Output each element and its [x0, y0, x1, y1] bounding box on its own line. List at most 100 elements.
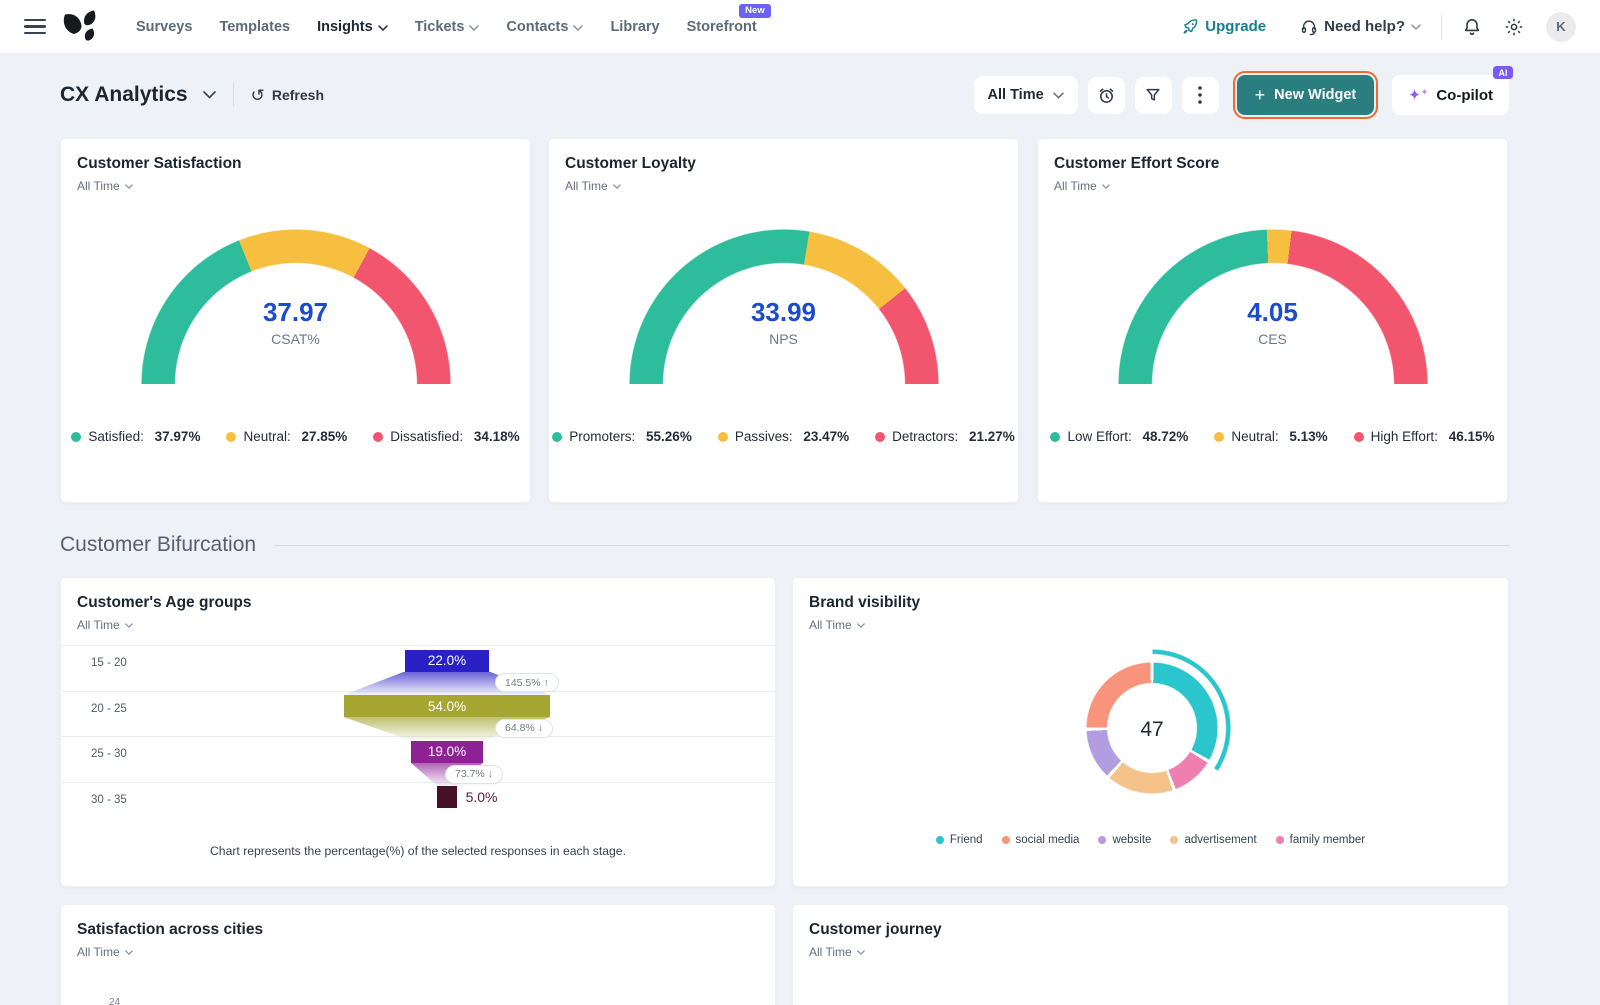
chevron-down-icon [573, 25, 583, 31]
card-time-filter[interactable]: All Time [809, 618, 865, 632]
upgrade-label: Upgrade [1205, 18, 1266, 35]
user-avatar[interactable]: K [1546, 12, 1576, 42]
legend-item: Dissatisfied34.18% [373, 429, 519, 444]
funnel-bar-15-20[interactable]: 22.0% [405, 650, 489, 672]
legend-label: Friend [950, 834, 983, 846]
settings-gear-button[interactable] [1504, 17, 1524, 37]
primary-nav: Surveys Templates Insights Tickets Conta… [136, 19, 757, 35]
card-title: Customer journey [809, 921, 1492, 939]
card-time-filter[interactable]: All Time [809, 945, 865, 959]
nav-label: Storefront [687, 19, 757, 35]
legend-label: Neutral [1231, 429, 1282, 444]
nav-item-contacts[interactable]: Contacts [506, 19, 583, 35]
nav-item-insights[interactable]: Insights [317, 19, 388, 35]
nav-item-templates[interactable]: Templates [219, 19, 290, 35]
legend-item: High Effort46.15% [1354, 429, 1495, 444]
bar-value: 5.0% [466, 789, 498, 805]
nav-item-tickets[interactable]: Tickets [415, 19, 480, 35]
card-time-value: All Time [809, 618, 852, 632]
transition-badge: 64.8% ↓ [495, 719, 553, 738]
funnel-bar-25-30[interactable]: 19.0% [411, 741, 484, 763]
legend-item: Promoters 55.26% [552, 429, 692, 444]
legend-label: Passives [735, 429, 797, 444]
legend-value: 27.85% [302, 429, 348, 444]
chevron-down-icon [857, 950, 865, 955]
bar-value: 22.0% [428, 653, 466, 668]
copilot-button[interactable]: ✦✦ Co-pilot AI [1392, 75, 1509, 115]
customer-bifurcation-section-header: Customer Bifurcation [60, 533, 1509, 557]
card-time-value: All Time [565, 179, 608, 193]
gauge-center: 33.99 NPS [549, 297, 1018, 347]
copilot-label: Co-pilot [1436, 87, 1493, 104]
hamburger-menu-icon[interactable] [24, 19, 46, 34]
funnel-row: 30 - 35 [61, 782, 775, 828]
headset-icon [1300, 18, 1318, 36]
new-widget-button[interactable]: + New Widget [1237, 75, 1375, 115]
card-title: Satisfaction across cities [77, 921, 759, 939]
card-time-filter[interactable]: All Time [77, 945, 133, 959]
funnel-bar-30-35[interactable]: 5.0% [437, 786, 456, 808]
filter-button[interactable] [1135, 77, 1172, 114]
nav-item-storefront[interactable]: Storefront New [687, 19, 757, 35]
card-time-filter[interactable]: All Time [565, 179, 621, 193]
nav-item-surveys[interactable]: Surveys [136, 19, 192, 35]
customer-loyalty-card: Customer Loyalty All Time 33.99 NPS Prom… [548, 138, 1019, 503]
more-options-button[interactable] [1182, 77, 1219, 114]
funnel-footnote: Chart represents the percentage(%) of th… [61, 844, 775, 858]
donut-legend: Friend social media website advertisemen… [793, 834, 1508, 846]
legend-item: social media [1002, 834, 1080, 846]
stage-label: 30 - 35 [61, 783, 775, 806]
legend-dot [1276, 836, 1284, 844]
legend-value: 55.26% [646, 429, 692, 444]
legend-value: 48.72% [1143, 429, 1189, 444]
rocket-icon [1182, 18, 1199, 35]
legend-dot [875, 432, 885, 442]
new-widget-label: New Widget [1274, 87, 1356, 103]
time-filter-dropdown[interactable]: All Time [974, 76, 1078, 114]
card-time-filter[interactable]: All Time [77, 179, 133, 193]
legend-dot [1354, 432, 1364, 442]
card-time-value: All Time [809, 945, 852, 959]
legend-item: Low Effort48.72% [1050, 429, 1188, 444]
legend-label: Promoters [569, 429, 639, 444]
card-header: Customer Satisfaction All Time [61, 139, 530, 193]
card-time-value: All Time [77, 945, 120, 959]
partial-axis-label: 24 [109, 997, 120, 1005]
transition-badge: 73.7% ↓ [445, 765, 503, 784]
card-title: Customer's Age groups [77, 594, 759, 612]
chevron-down-icon [857, 623, 865, 628]
legend-value: 23.47% [803, 429, 849, 444]
refresh-button[interactable]: ↺ Refresh [251, 87, 324, 104]
schedule-report-button[interactable] [1088, 77, 1125, 114]
chevron-down-icon [125, 950, 133, 955]
funnel-filter-icon [1144, 86, 1162, 104]
brand-leaf-logo[interactable] [60, 8, 100, 46]
card-time-filter[interactable]: All Time [77, 618, 133, 632]
nav-label: Library [610, 19, 659, 35]
legend-value: 46.15% [1449, 429, 1495, 444]
card-time-filter[interactable]: All Time [1054, 179, 1110, 193]
funnel-chart: 15 - 20 20 - 25 25 - 30 30 - 35 22.0% 54… [61, 645, 775, 841]
nav-label: Insights [317, 19, 373, 35]
dashboard-switcher-chevron[interactable] [203, 91, 216, 99]
legend-dot [1002, 836, 1010, 844]
page-title: CX Analytics [60, 83, 188, 107]
legend-dot [373, 432, 383, 442]
ces-value: 4.05 [1038, 297, 1507, 328]
need-help-menu[interactable]: Need help? [1300, 18, 1421, 36]
new-badge: New [739, 4, 771, 18]
page-header: CX Analytics ↺ Refresh All Time [60, 72, 1509, 118]
legend-item: Neutral27.85% [226, 429, 347, 444]
sparkle-icon: ✦✦ [1408, 88, 1428, 103]
legend-dot [71, 432, 81, 442]
brand-visibility-card: Brand visibility All Time 47 Friend soci… [792, 577, 1509, 887]
legend-dot [1170, 836, 1178, 844]
legend-value: 34.18% [474, 429, 520, 444]
funnel-bar-20-25[interactable]: 54.0% [344, 695, 551, 717]
kebab-menu-icon [1198, 86, 1202, 104]
legend-value: 5.13% [1289, 429, 1327, 444]
notifications-bell-button[interactable] [1462, 17, 1482, 37]
plus-icon: + [1255, 86, 1266, 104]
upgrade-button[interactable]: Upgrade [1182, 18, 1266, 35]
nav-item-library[interactable]: Library [610, 19, 659, 35]
